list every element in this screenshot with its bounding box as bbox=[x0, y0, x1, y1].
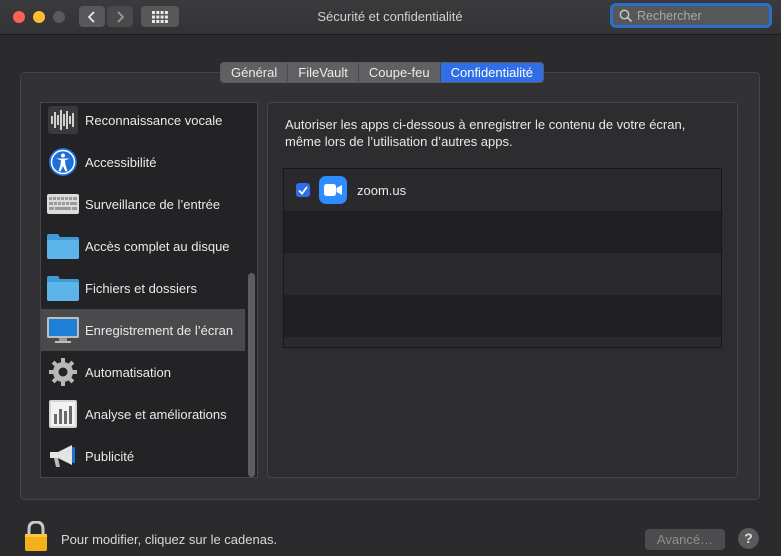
display-icon bbox=[45, 314, 81, 346]
sidebar-item-label: Surveillance de l’entrée bbox=[85, 196, 221, 212]
sidebar-item-accessibility[interactable]: Accessibilité bbox=[41, 141, 245, 183]
title-bar: Sécurité et confidentialité bbox=[0, 0, 781, 35]
close-window-button[interactable] bbox=[13, 11, 25, 23]
list-item bbox=[284, 295, 721, 337]
sidebar-item-full-disk-access[interactable]: Accès complet au disque bbox=[41, 225, 245, 267]
tab-filevault[interactable]: FileVault bbox=[288, 63, 359, 82]
show-all-button[interactable] bbox=[141, 6, 179, 27]
app-name: zoom.us bbox=[357, 182, 407, 198]
grid-icon bbox=[152, 10, 168, 23]
tab-bar: Général FileVault Coupe-feu Confidential… bbox=[220, 62, 544, 83]
sidebar-item-label: Enregistrement de l’écran bbox=[85, 322, 234, 338]
window-title: Sécurité et confidentialité bbox=[317, 9, 463, 24]
forward-button[interactable] bbox=[107, 6, 133, 27]
list-item[interactable]: zoom.us bbox=[284, 169, 721, 211]
sidebar-item-screen-recording[interactable]: Enregistrement de l’écran bbox=[41, 309, 245, 351]
keyboard-icon bbox=[45, 188, 81, 220]
search-icon bbox=[619, 9, 633, 22]
sidebar-item-advertising[interactable]: Publicité bbox=[41, 435, 245, 477]
sidebar-item-label: Publicité bbox=[85, 448, 135, 464]
app-list[interactable]: zoom.us bbox=[283, 168, 722, 348]
zoom-window-button[interactable] bbox=[53, 11, 65, 23]
gear-icon bbox=[45, 356, 81, 388]
sidebar-item-label: Reconnaissance vocale bbox=[85, 112, 223, 128]
lock-instructions: Pour modifier, cliquez sur le cadenas. bbox=[61, 532, 278, 547]
chart-icon bbox=[45, 398, 81, 430]
advanced-button[interactable]: Avancé… bbox=[645, 529, 725, 550]
sidebar-item-label: Analyse et améliorations bbox=[85, 406, 227, 422]
tab-privacy[interactable]: Confidentialité bbox=[440, 63, 543, 82]
back-button[interactable] bbox=[79, 6, 105, 27]
sidebar-item-analytics[interactable]: Analyse et améliorations bbox=[41, 393, 245, 435]
list-item bbox=[284, 253, 721, 295]
app-checkbox[interactable] bbox=[296, 183, 310, 197]
waveform-icon bbox=[45, 104, 81, 136]
screen-recording-description: Autoriser les apps ci-dessous à enregist… bbox=[285, 117, 686, 149]
lock-icon bbox=[25, 520, 47, 551]
tab-general[interactable]: Général bbox=[221, 63, 289, 82]
help-button[interactable]: ? bbox=[738, 528, 759, 549]
folder-icon bbox=[45, 272, 81, 304]
sidebar-item-files-and-folders[interactable]: Fichiers et dossiers bbox=[41, 267, 245, 309]
privacy-category-list[interactable]: Reconnaissance vocale Accessibilité Surv… bbox=[40, 102, 258, 478]
sidebar-item-label: Fichiers et dossiers bbox=[85, 280, 197, 296]
tab-firewall[interactable]: Coupe-feu bbox=[359, 63, 441, 82]
chevron-left-icon bbox=[87, 10, 95, 23]
folder-icon bbox=[45, 230, 81, 262]
sidebar-item-label: Automatisation bbox=[85, 364, 171, 380]
sidebar-scrollbar[interactable] bbox=[248, 273, 255, 477]
checkmark-icon bbox=[298, 185, 308, 195]
sidebar-item-automation[interactable]: Automatisation bbox=[41, 351, 245, 393]
zoom-icon bbox=[319, 176, 347, 204]
chevron-right-icon bbox=[117, 10, 125, 23]
megaphone-icon bbox=[45, 440, 81, 472]
search-input[interactable] bbox=[633, 8, 767, 23]
sidebar-item-label: Accès complet au disque bbox=[85, 238, 230, 254]
sidebar-item-input-monitoring[interactable]: Surveillance de l’entrée bbox=[41, 183, 245, 225]
minimize-window-button[interactable] bbox=[33, 11, 45, 23]
sidebar-item-speech-recognition[interactable]: Reconnaissance vocale bbox=[41, 103, 245, 141]
list-item bbox=[284, 211, 721, 253]
accessibility-icon bbox=[45, 146, 81, 178]
sidebar-item-label: Accessibilité bbox=[85, 154, 157, 170]
search-field[interactable] bbox=[610, 3, 772, 28]
